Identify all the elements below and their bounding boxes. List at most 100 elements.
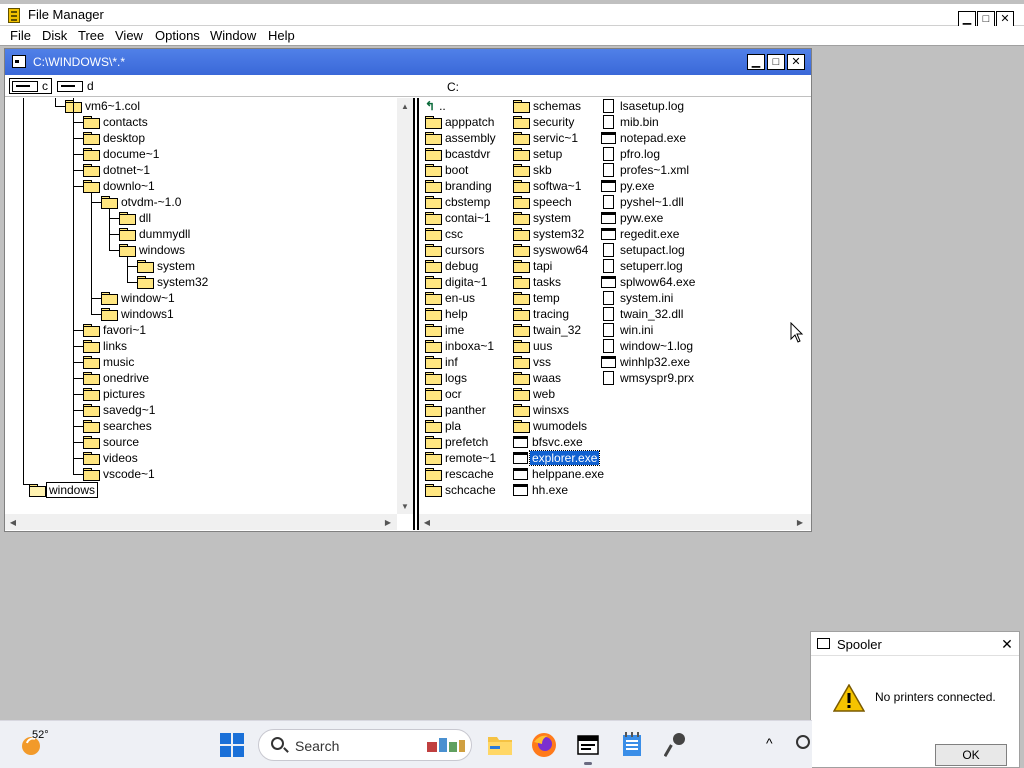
tree-item[interactable]: videos	[83, 450, 140, 466]
file-item[interactable]: apppatch	[425, 114, 496, 130]
file-item[interactable]: pyw.exe	[601, 210, 665, 226]
file-list[interactable]: ↰.. apppatch assembly bcastdvr boot branding c…	[417, 98, 811, 530]
file-item[interactable]: rescache	[425, 466, 496, 482]
file-item[interactable]: bcastdvr	[425, 146, 492, 162]
menu-help[interactable]: Help	[268, 28, 295, 43]
tree-item[interactable]: onedrive	[83, 370, 151, 386]
child-minimize-button[interactable]: ▁	[747, 54, 765, 70]
file-item[interactable]: hh.exe	[513, 482, 570, 498]
file-item[interactable]: winsxs	[513, 402, 571, 418]
tree-item[interactable]: desktop	[83, 130, 147, 146]
menu-disk[interactable]: Disk	[42, 28, 67, 43]
file-item[interactable]: prefetch	[425, 434, 490, 450]
tree-item[interactable]: favori~1	[83, 322, 148, 338]
menu-tree[interactable]: Tree	[78, 28, 104, 43]
tree-item[interactable]: system32	[137, 274, 210, 290]
tree-item[interactable]: system	[137, 258, 197, 274]
taskbar-notepad[interactable]	[616, 729, 648, 761]
dialog-title-bar[interactable]: Spooler ✕	[811, 632, 1019, 656]
file-item[interactable]: mib.bin	[601, 114, 661, 130]
file-item[interactable]: regedit.exe	[601, 226, 681, 242]
file-item[interactable]: schemas	[513, 98, 583, 114]
tree-item[interactable]: vm6~1.col	[65, 98, 142, 114]
file-item[interactable]: tapi	[513, 258, 554, 274]
file-item[interactable]: pla	[425, 418, 463, 434]
menu-file[interactable]: File	[10, 28, 31, 43]
tree-item[interactable]: otvdm-~1.0	[101, 194, 183, 210]
file-item[interactable]: branding	[425, 178, 494, 194]
minimize-button[interactable]: ▁	[958, 11, 976, 27]
file-item[interactable]: notepad.exe	[601, 130, 688, 146]
file-item[interactable]: inf	[425, 354, 460, 370]
file-item[interactable]: cursors	[425, 242, 486, 258]
drive-d[interactable]: d	[57, 78, 94, 94]
file-item[interactable]: panther	[425, 402, 488, 418]
scroll-left-arrow-icon[interactable]: ◀	[6, 515, 20, 529]
file-item[interactable]: setup	[513, 146, 564, 162]
file-item[interactable]: system32	[513, 226, 586, 242]
tree-item[interactable]: windows1	[101, 306, 176, 322]
file-item[interactable]: temp	[513, 290, 562, 306]
close-button[interactable]: ✕	[996, 11, 1014, 27]
file-item[interactable]: helppane.exe	[513, 466, 606, 482]
directory-tree[interactable]: vm6~1.col contacts desktop docume~1 dotnet~1…	[5, 98, 413, 530]
file-item[interactable]: ime	[425, 322, 466, 338]
tree-item[interactable]: source	[83, 434, 141, 450]
tree-horizontal-scrollbar[interactable]: ◀ ▶	[5, 514, 397, 530]
file-item[interactable]: contai~1	[425, 210, 493, 226]
file-item[interactable]: winhlp32.exe	[601, 354, 692, 370]
file-item[interactable]: syswow64	[513, 242, 590, 258]
file-item[interactable]: logs	[425, 370, 469, 386]
file-item[interactable]: skb	[513, 162, 554, 178]
file-item[interactable]: bfsvc.exe	[513, 434, 585, 450]
scroll-left-arrow-icon[interactable]: ◀	[420, 515, 434, 529]
file-item[interactable]: tracing	[513, 306, 571, 322]
file-item[interactable]: tasks	[513, 274, 563, 290]
file-item[interactable]: system	[513, 210, 573, 226]
tree-item[interactable]: savedg~1	[83, 402, 157, 418]
file-horizontal-scrollbar[interactable]: ◀ ▶	[419, 514, 811, 530]
file-item[interactable]: softwa~1	[513, 178, 583, 194]
file-item[interactable]: twain_32.dll	[601, 306, 685, 322]
file-item[interactable]: twain_32	[513, 322, 583, 338]
tree-item[interactable]: contacts	[83, 114, 150, 130]
directory-window-title-bar[interactable]: C:\WINDOWS\*.* ▁ □ ✕	[5, 49, 811, 75]
file-item[interactable]: wumodels	[513, 418, 589, 434]
file-item[interactable]: splwow64.exe	[601, 274, 697, 290]
taskbar-firefox[interactable]	[528, 729, 560, 761]
tree-item[interactable]: window~1	[101, 290, 177, 306]
file-item[interactable]: py.exe	[601, 178, 656, 194]
file-item[interactable]: profes~1.xml	[601, 162, 691, 178]
tree-item[interactable]: pictures	[83, 386, 147, 402]
file-item[interactable]: csc	[425, 226, 465, 242]
file-item[interactable]: inboxa~1	[425, 338, 496, 354]
tree-item[interactable]: links	[83, 338, 129, 354]
file-item[interactable]: wmsyspr9.prx	[601, 370, 696, 386]
network-icon[interactable]	[796, 735, 810, 749]
drive-c[interactable]: c	[9, 78, 52, 94]
tree-item[interactable]: dummydll	[119, 226, 192, 242]
menu-window[interactable]: Window	[210, 28, 256, 43]
menu-view[interactable]: View	[115, 28, 143, 43]
tree-item[interactable]: windows	[119, 242, 187, 258]
file-manager-title-bar[interactable]: File Manager ▁ □ ✕	[0, 4, 1024, 27]
file-item[interactable]: pfro.log	[601, 146, 662, 162]
file-item[interactable]: ↰..	[425, 98, 448, 114]
ok-button[interactable]: OK	[935, 744, 1007, 766]
tree-item[interactable]: dll	[119, 210, 153, 226]
file-item[interactable]: lsasetup.log	[601, 98, 686, 114]
scroll-right-arrow-icon[interactable]: ▶	[793, 515, 807, 529]
child-close-button[interactable]: ✕	[787, 54, 805, 70]
search-box[interactable]: Search	[258, 729, 472, 761]
tree-vertical-scrollbar[interactable]: ▲ ▼	[397, 98, 413, 514]
file-item[interactable]: security	[513, 114, 576, 130]
file-item[interactable]: window~1.log	[601, 338, 695, 354]
file-item[interactable]: cbstemp	[425, 194, 492, 210]
file-item[interactable]: servic~1	[513, 130, 580, 146]
scroll-down-arrow-icon[interactable]: ▼	[398, 499, 412, 513]
taskbar-file-explorer[interactable]	[484, 729, 516, 761]
file-item[interactable]: remote~1	[425, 450, 498, 466]
file-item[interactable]: speech	[513, 194, 574, 210]
windows-start-icon[interactable]	[220, 733, 244, 757]
file-item[interactable]: win.ini	[601, 322, 655, 338]
